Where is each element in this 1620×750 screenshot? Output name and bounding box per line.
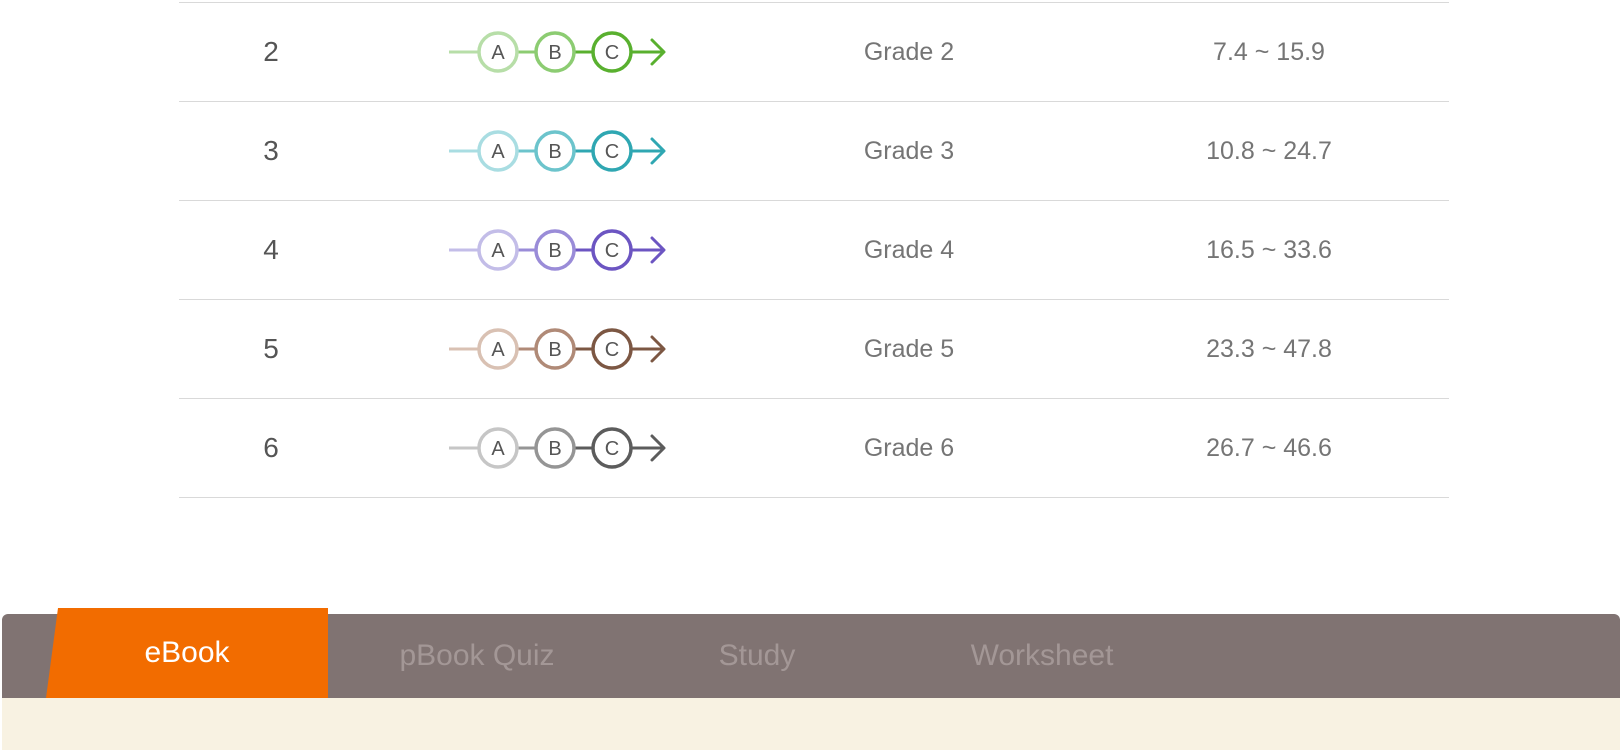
tab-content-panel [2, 698, 1620, 750]
step-letter: C [605, 42, 619, 64]
step-letter: C [605, 240, 619, 262]
step-letter: B [548, 42, 561, 64]
grade-label: Grade 2 [863, 37, 955, 66]
tab-worksheet[interactable]: Worksheet [902, 614, 1182, 698]
step-badge: A [477, 229, 519, 271]
level-range: 23.3 ~ 47.8 [1206, 334, 1332, 363]
step-badge: A [477, 328, 519, 370]
tab-bar: eBook pBook Quiz Study Worksheet [2, 608, 1620, 698]
level-number: 5 [263, 333, 279, 364]
step-badge: B [534, 328, 576, 370]
step-progression: A B C [449, 3, 679, 101]
step-badge: A [477, 130, 519, 172]
step-progression-graphic: A B C [449, 229, 666, 271]
step-letter: B [548, 240, 561, 262]
step-progression: A B C [449, 399, 679, 497]
level-range: 26.7 ~ 46.6 [1206, 433, 1332, 462]
level-number: 4 [263, 234, 279, 265]
step-badge: B [534, 229, 576, 271]
grade-label: Grade 6 [863, 433, 955, 462]
step-letter: C [605, 141, 619, 163]
step-badge: B [534, 31, 576, 73]
level-number: 2 [263, 36, 279, 67]
step-progression: A B C [449, 102, 679, 200]
step-badge: C [591, 31, 633, 73]
grade-label: Grade 3 [863, 136, 955, 165]
table-row: 5 A B C Grade 5 23.3 ~ 47.8 [179, 300, 1449, 399]
step-letter: C [605, 339, 619, 361]
level-number: 6 [263, 432, 279, 463]
step-progression-graphic: A B C [449, 427, 666, 469]
step-letter: B [548, 141, 561, 163]
tab-pbook-quiz[interactable]: pBook Quiz [332, 614, 622, 698]
step-progression-graphic: A B C [449, 328, 666, 370]
table-row: 3 A B C Grade 3 10.8 ~ 24.7 [179, 102, 1449, 201]
step-progression-graphic: A B C [449, 130, 666, 172]
level-table: 2 A B C Grade 2 7.4 ~ 15.9 3 A B C Grade 3 1… [179, 2, 1449, 498]
step-badge: C [591, 229, 633, 271]
step-letter: A [491, 339, 505, 361]
step-badge: C [591, 328, 633, 370]
level-number: 3 [263, 135, 279, 166]
step-letter: A [491, 438, 505, 460]
step-progression: A B C [449, 300, 679, 398]
table-row: 2 A B C Grade 2 7.4 ~ 15.9 [179, 2, 1449, 102]
table-row: 4 A B C Grade 4 16.5 ~ 33.6 [179, 201, 1449, 300]
step-badge: B [534, 130, 576, 172]
level-range: 10.8 ~ 24.7 [1206, 136, 1332, 165]
level-range: 7.4 ~ 15.9 [1213, 37, 1325, 66]
step-badge: A [477, 31, 519, 73]
step-letter: B [548, 438, 561, 460]
level-range: 16.5 ~ 33.6 [1206, 235, 1332, 264]
step-progression-graphic: A B C [449, 31, 666, 73]
step-letter: A [491, 141, 505, 163]
step-letter: A [491, 42, 505, 64]
grade-label: Grade 4 [863, 235, 955, 264]
table-row: 6 A B C Grade 6 26.7 ~ 46.6 [179, 399, 1449, 498]
step-letter: C [605, 438, 619, 460]
step-badge: C [591, 130, 633, 172]
tab-study[interactable]: Study [632, 614, 882, 698]
step-badge: C [591, 427, 633, 469]
grade-label: Grade 5 [863, 334, 955, 363]
tab-ebook[interactable]: eBook [46, 608, 328, 698]
step-badge: B [534, 427, 576, 469]
step-letter: B [548, 339, 561, 361]
step-progression: A B C [449, 201, 679, 299]
step-letter: A [491, 240, 505, 262]
step-badge: A [477, 427, 519, 469]
